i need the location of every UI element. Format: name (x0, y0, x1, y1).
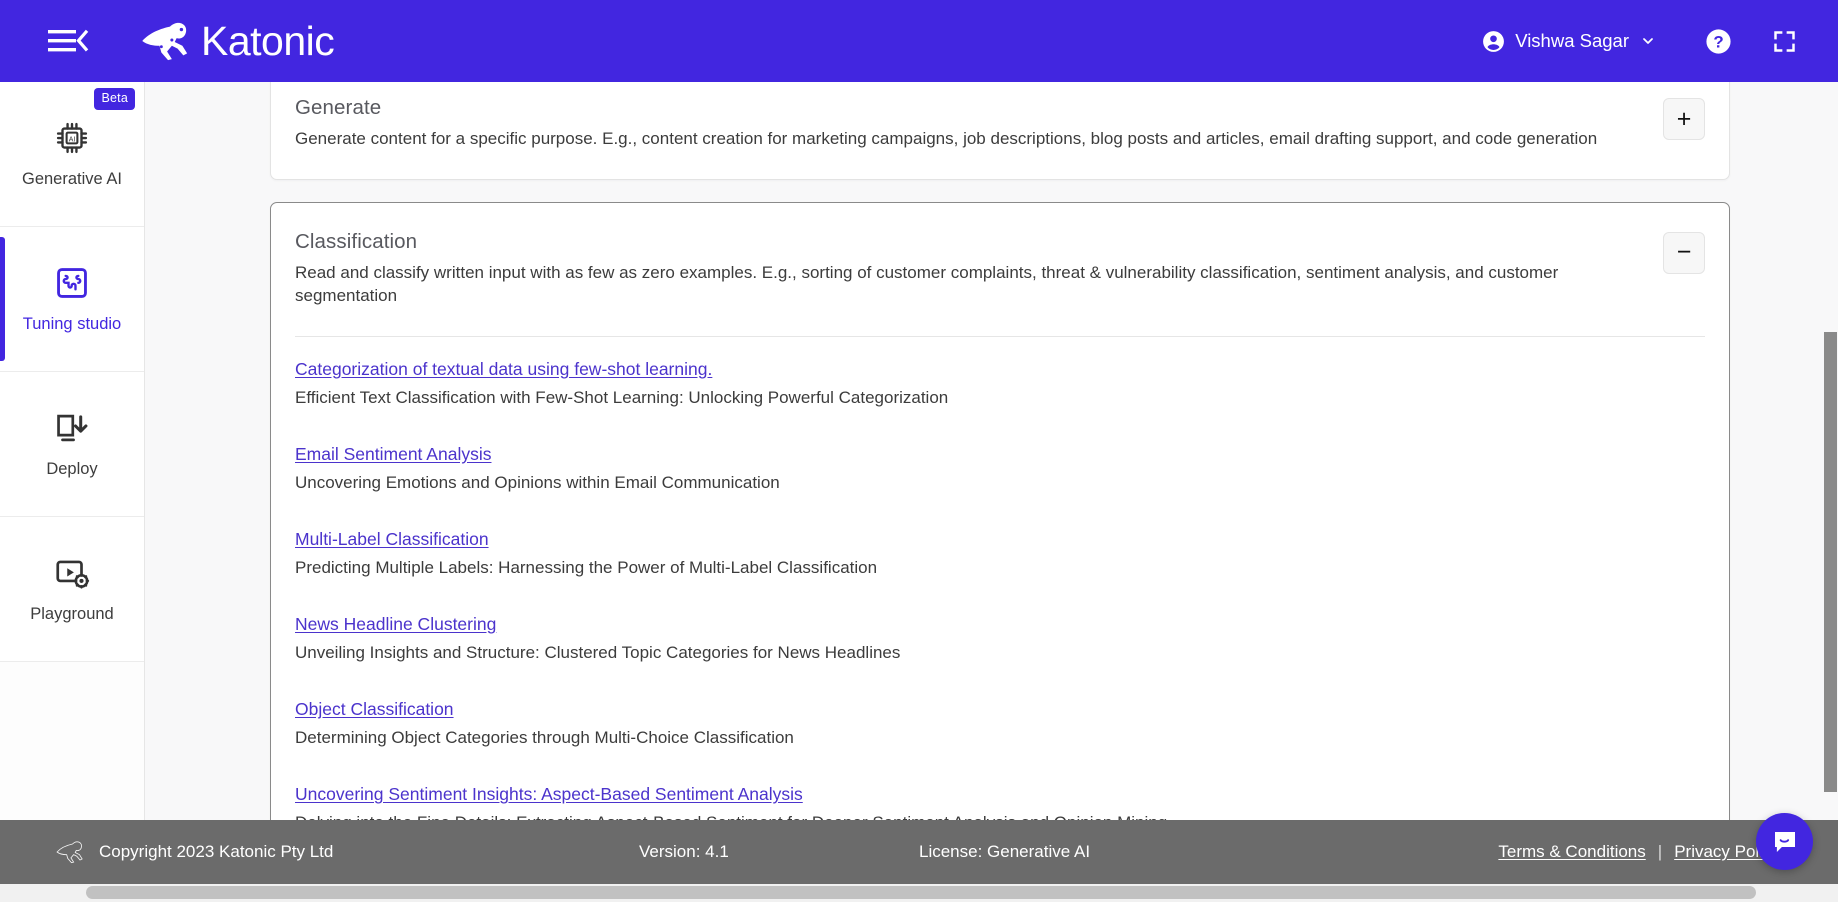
kangaroo-icon (142, 22, 188, 61)
beta-badge: Beta (94, 88, 135, 110)
chat-bubble-icon (1774, 831, 1795, 852)
puzzle-piece-icon (52, 263, 92, 303)
chat-widget-button[interactable] (1756, 813, 1813, 870)
vertical-scrollbar-thumb[interactable] (1824, 332, 1837, 792)
plus-icon: + (1676, 104, 1692, 133)
template-description: Unveiling Insights and Structure: Cluste… (295, 643, 901, 663)
monitor-download-icon (52, 408, 92, 448)
main-content-scroll-area[interactable]: Generate Generate content for a specific… (145, 82, 1838, 820)
sidebar-item-playground[interactable]: Playground (0, 517, 144, 662)
list-item: Multi-Label Classification Predicting Mu… (295, 529, 1705, 579)
template-description: Determining Object Categories through Mu… (295, 728, 794, 748)
ai-chip-icon: AI (52, 118, 92, 158)
user-name-label: Vishwa Sagar (1515, 30, 1629, 51)
horizontal-scrollbar-thumb[interactable] (86, 886, 1756, 899)
template-link[interactable]: News Headline Clustering (295, 614, 496, 635)
sidebar-item-label: Generative AI (22, 170, 122, 189)
template-link[interactable]: Uncovering Sentiment Insights: Aspect-Ba… (295, 784, 803, 805)
help-question-icon: ? (1705, 28, 1731, 54)
sidebar-item-deploy[interactable]: Deploy (0, 372, 144, 517)
list-item: Object Classification Determining Object… (295, 699, 1705, 749)
footer-bar: Copyright 2023 Katonic Pty Ltd Version: … (0, 820, 1838, 884)
template-link[interactable]: Categorization of textual data using few… (295, 359, 712, 380)
footer-links: Terms & Conditions | Privacy Policy (1498, 842, 1780, 862)
expand-generate-button[interactable]: + (1663, 98, 1705, 140)
template-description: Uncovering Emotions and Opinions within … (295, 472, 780, 492)
sidebar-item-label: Tuning studio (22, 315, 122, 334)
header-right-cluster: Vishwa Sagar ? (1471, 15, 1810, 67)
footer-copyright-block: Copyright 2023 Katonic Pty Ltd (56, 840, 333, 864)
horizontal-scrollbar-track[interactable] (0, 884, 1838, 902)
help-button[interactable]: ? (1692, 15, 1744, 67)
video-settings-icon (52, 553, 92, 593)
template-link[interactable]: Email Sentiment Analysis (295, 444, 491, 465)
left-sidebar: Beta AI Generative AI Tuning studio Depl… (0, 82, 145, 902)
template-link[interactable]: Object Classification (295, 699, 454, 720)
sidebar-item-label: Playground (30, 605, 114, 624)
list-item: Uncovering Sentiment Insights: Aspect-Ba… (295, 784, 1705, 820)
user-menu[interactable]: Vishwa Sagar (1471, 23, 1666, 60)
vertical-scrollbar-track[interactable] (1822, 82, 1838, 820)
card-generate[interactable]: Generate Generate content for a specific… (270, 82, 1730, 180)
card-classification-body: Categorization of textual data using few… (271, 335, 1729, 820)
svg-text:?: ? (1713, 32, 1723, 51)
app-root: Katonic Vishwa Sagar ? Beta AI Generativ… (0, 0, 1838, 902)
brand-logo[interactable]: Katonic (140, 15, 335, 67)
sidebar-item-tuning-studio[interactable]: Tuning studio (0, 227, 144, 372)
brand-name: Katonic (201, 17, 335, 64)
card-description: Read and classify written input with as … (295, 262, 1559, 305)
card-classification-header: Classification Read and classify written… (271, 203, 1729, 336)
template-description: Predicting Multiple Labels: Harnessing t… (295, 558, 878, 577)
footer-separator: | (1657, 842, 1663, 861)
collapse-classification-button[interactable]: − (1663, 231, 1705, 274)
minus-icon: − (1676, 238, 1692, 267)
footer-license: License: Generative AI (919, 842, 1091, 861)
hamburger-collapse-icon[interactable] (48, 26, 90, 56)
chevron-down-icon (1643, 38, 1653, 44)
template-link[interactable]: Multi-Label Classification (295, 529, 489, 550)
svg-text:AI: AI (69, 137, 76, 144)
user-avatar-icon (1483, 30, 1505, 52)
list-item: Categorization of textual data using few… (295, 359, 1705, 409)
footer-version: Version: 4.1 (639, 842, 729, 861)
fullscreen-button[interactable] (1758, 15, 1810, 67)
card-description: Generate content for a specific purpose.… (295, 129, 1598, 148)
list-item: Email Sentiment Analysis Uncovering Emot… (295, 444, 1705, 494)
card-classification-text: Classification Read and classify written… (295, 230, 1641, 308)
template-description: Delving into the Fine Details: Extractin… (295, 812, 1705, 820)
template-description: Efficient Text Classification with Few-S… (295, 387, 949, 407)
kangaroo-logo-icon (56, 841, 83, 864)
footer-copyright: Copyright 2023 Katonic Pty Ltd (99, 842, 334, 861)
sidebar-item-generative-ai[interactable]: Beta AI Generative AI (0, 82, 144, 227)
card-classification[interactable]: Classification Read and classify written… (270, 201, 1730, 820)
card-title: Classification (295, 229, 418, 253)
main-content: Generate Generate content for a specific… (145, 82, 1838, 820)
section-divider (295, 335, 1705, 337)
list-item: News Headline Clustering Unveiling Insig… (295, 614, 1705, 664)
card-generate-text: Generate Generate content for a specific… (295, 96, 1641, 151)
fullscreen-expand-icon (1773, 30, 1795, 52)
sidebar-item-label: Deploy (46, 460, 98, 479)
card-title: Generate (295, 96, 382, 119)
card-generate-header: Generate Generate content for a specific… (271, 82, 1729, 179)
terms-and-conditions-link[interactable]: Terms & Conditions (1498, 842, 1645, 862)
top-header-bar: Katonic Vishwa Sagar ? (0, 0, 1838, 82)
